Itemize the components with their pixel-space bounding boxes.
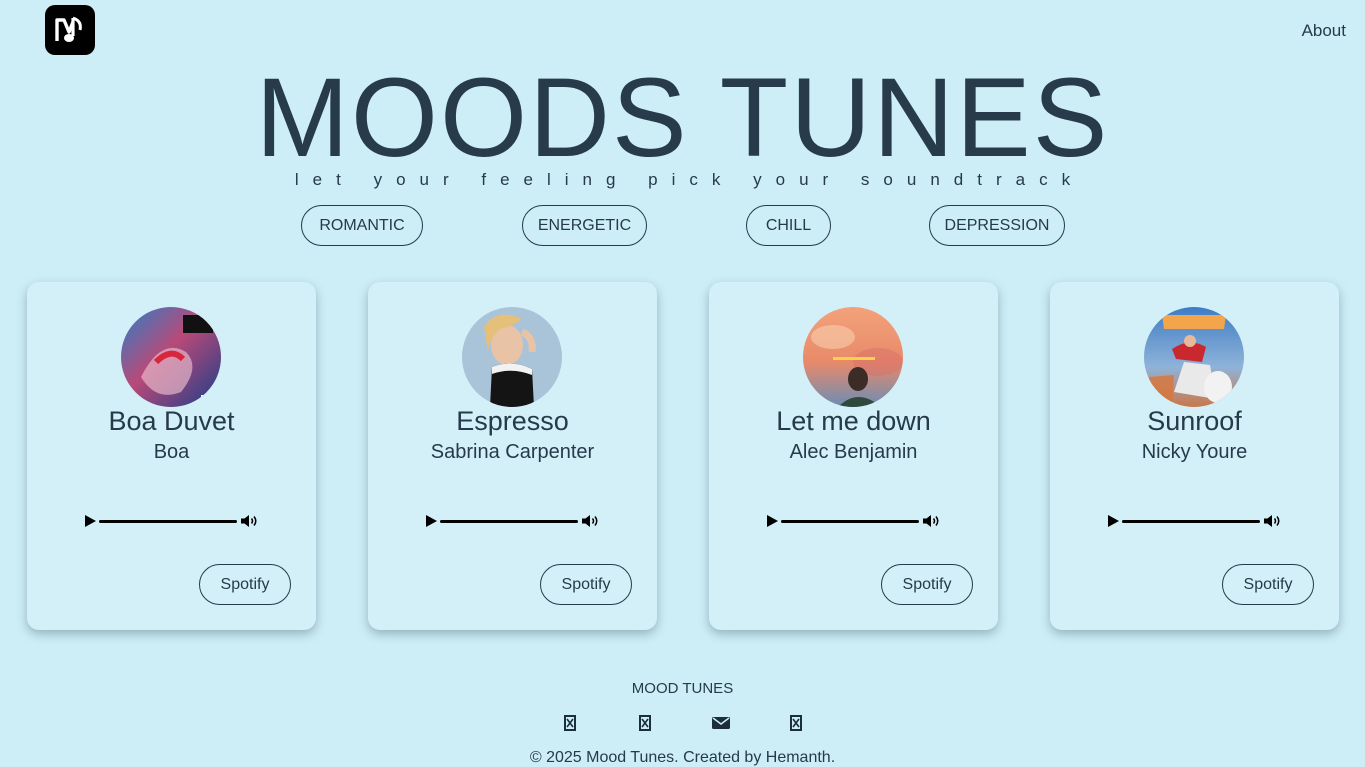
song-title: Let me down	[776, 406, 931, 436]
play-icon[interactable]	[85, 515, 96, 527]
mood-button-chill[interactable]: CHILL	[746, 205, 831, 246]
spotify-button[interactable]: Spotify	[540, 564, 632, 605]
missing-glyph-icon[interactable]	[637, 714, 653, 732]
spotify-button[interactable]: Spotify	[1222, 564, 1314, 605]
play-icon[interactable]	[426, 515, 437, 527]
mood-button-depression[interactable]: DEPRESSION	[929, 205, 1065, 246]
music-note-logo-icon[interactable]	[45, 5, 95, 55]
progress-bar[interactable]	[440, 520, 578, 523]
spotify-button[interactable]: Spotify	[199, 564, 291, 605]
song-card: Sunroof Nicky Youre Spotify	[1050, 282, 1339, 630]
audio-player	[83, 513, 261, 529]
album-cover	[1144, 307, 1244, 407]
song-card: Boa Duvet Boa Spotify	[27, 282, 316, 630]
song-title: Espresso	[456, 406, 569, 436]
envelope-icon[interactable]	[711, 714, 731, 732]
audio-player	[765, 513, 943, 529]
page-title: MOODS TUNES	[255, 55, 1110, 180]
spotify-button[interactable]: Spotify	[881, 564, 973, 605]
about-link[interactable]: About	[1302, 21, 1346, 41]
album-cover	[462, 307, 562, 407]
tagline: let your feeling pick your soundtrack	[294, 170, 1085, 189]
missing-glyph-icon[interactable]	[788, 714, 804, 732]
volume-icon[interactable]	[922, 514, 942, 528]
song-title: Boa Duvet	[108, 406, 235, 436]
song-artist: Boa	[153, 441, 190, 463]
album-cover	[803, 307, 903, 407]
song-artist: Nicky Youre	[1141, 441, 1248, 463]
volume-icon[interactable]	[1263, 514, 1283, 528]
progress-bar[interactable]	[1122, 520, 1260, 523]
volume-icon[interactable]	[581, 514, 601, 528]
song-card: Espresso Sabrina Carpenter Spotify	[368, 282, 657, 630]
play-icon[interactable]	[1108, 515, 1119, 527]
audio-player	[424, 513, 602, 529]
song-artist: Alec Benjamin	[789, 441, 918, 463]
album-cover	[121, 307, 221, 407]
song-card: Let me down Alec Benjamin Spotify	[709, 282, 998, 630]
missing-glyph-icon[interactable]	[562, 714, 578, 732]
play-icon[interactable]	[767, 515, 778, 527]
song-artist: Sabrina Carpenter	[430, 441, 595, 463]
page: About MOODS TUNES let your feeling pick …	[0, 0, 1365, 767]
song-title: Sunroof	[1147, 406, 1242, 436]
mood-button-romantic[interactable]: ROMANTIC	[301, 205, 423, 246]
mood-button-energetic[interactable]: ENERGETIC	[522, 205, 647, 246]
audio-player	[1106, 513, 1284, 529]
copyright: © 2025 Mood Tunes. Created by Hemanth.	[529, 749, 836, 766]
progress-bar[interactable]	[99, 520, 237, 523]
volume-icon[interactable]	[240, 514, 260, 528]
footer-title: MOOD TUNES	[631, 680, 734, 697]
progress-bar[interactable]	[781, 520, 919, 523]
